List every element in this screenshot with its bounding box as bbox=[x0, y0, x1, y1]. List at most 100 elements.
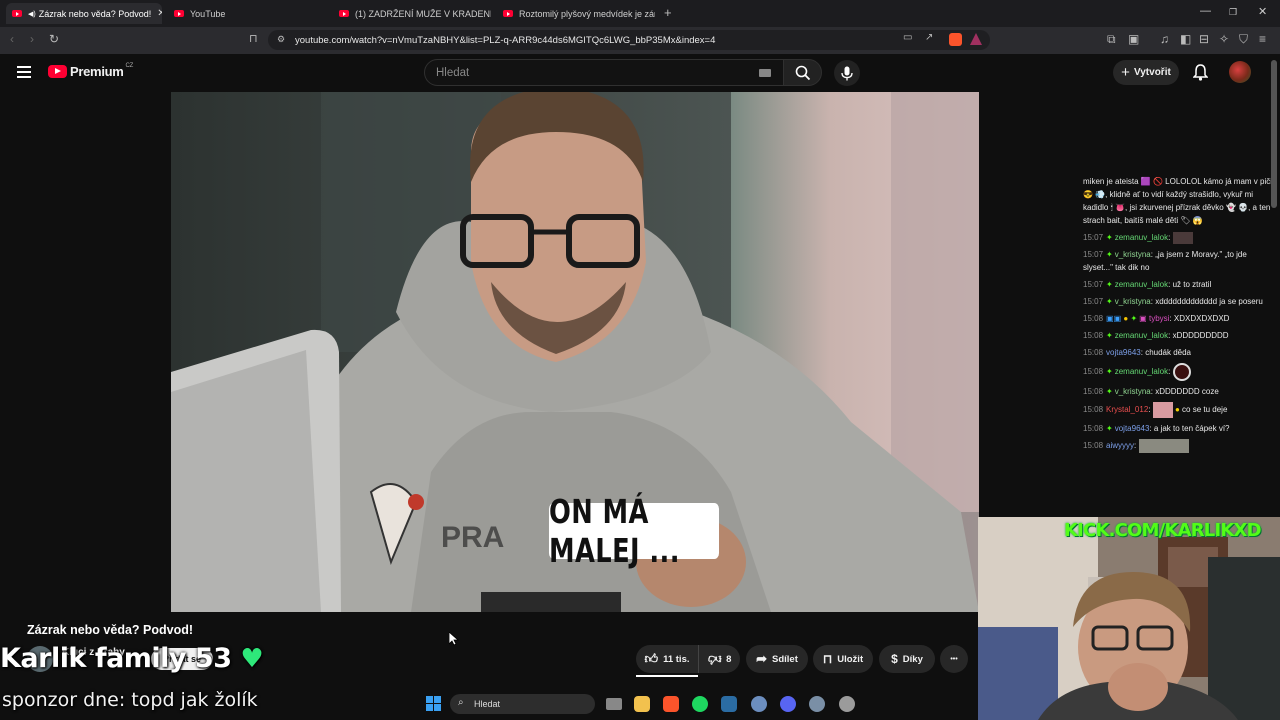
app-icon[interactable] bbox=[721, 696, 737, 712]
youtube-favicon-icon bbox=[503, 10, 513, 17]
stream-follower-overlay: Karlik family 53 ♥ bbox=[0, 643, 264, 674]
avatar[interactable] bbox=[1229, 61, 1251, 83]
chat-user: vojta9643 bbox=[1106, 348, 1141, 357]
obs-icon[interactable] bbox=[839, 696, 855, 712]
thumbs-down-icon: 👍︎ bbox=[707, 652, 722, 667]
emote-icon bbox=[1172, 363, 1191, 381]
logo-text: Premium bbox=[70, 64, 124, 79]
maximize-icon[interactable]: ❐ bbox=[1229, 7, 1237, 18]
save-button[interactable]: ⊓ Uložit bbox=[813, 645, 873, 673]
new-tab-button[interactable]: + bbox=[664, 5, 672, 20]
sidebar-icon[interactable]: ◧ bbox=[1180, 32, 1191, 46]
page-scrollbar[interactable] bbox=[1271, 60, 1277, 208]
hamburger-menu-icon[interactable] bbox=[17, 66, 31, 78]
chat-time: 15:08 bbox=[1083, 387, 1104, 396]
sponsor-overlay: sponzor dne: topd jak žolík bbox=[2, 689, 258, 711]
discord-icon[interactable] bbox=[780, 696, 796, 712]
extensions-icon[interactable]: ⧉ bbox=[1107, 32, 1116, 47]
brave-shield-icon[interactable] bbox=[949, 33, 962, 46]
dislike-button[interactable]: 👍︎ 8 bbox=[698, 645, 740, 673]
chat-user: Krystal_012 bbox=[1106, 405, 1149, 415]
brave-rewards-icon[interactable] bbox=[970, 33, 982, 45]
chat-user: v_kristyna bbox=[1114, 250, 1151, 259]
task-view-icon[interactable] bbox=[606, 698, 622, 710]
tab-label: Zázrak nebo věda? Podvod! bbox=[38, 8, 152, 19]
badge-icon: ● bbox=[1123, 314, 1129, 323]
youtube-premium-logo[interactable]: Premium CZ bbox=[48, 63, 133, 79]
bookmark-icon[interactable]: ⊓ bbox=[249, 32, 258, 45]
youtube-favicon-icon bbox=[12, 10, 22, 17]
create-button[interactable]: + Vytvořit bbox=[1113, 60, 1179, 85]
chat-message: 15:08 Krystal_012: ● co se tu deje bbox=[1083, 402, 1273, 418]
chat-message: 15:08 ✦ zemanuv_lalok: xDDDDDDDDD bbox=[1083, 331, 1229, 340]
svg-text:PRA: PRA bbox=[441, 521, 504, 554]
search-button[interactable] bbox=[783, 59, 822, 86]
wallet-icon[interactable]: ▣ bbox=[1128, 32, 1139, 46]
badge-icon: ✦ bbox=[1106, 280, 1113, 289]
shield-icon[interactable]: ⛉ bbox=[1239, 32, 1248, 47]
chat-time: 15:07 bbox=[1083, 297, 1104, 306]
youtube-logo-icon bbox=[48, 65, 67, 78]
browser-tab[interactable]: YouTube bbox=[168, 3, 328, 24]
share-icon[interactable]: ↗ bbox=[925, 32, 933, 43]
chat-time: 15:07 bbox=[1083, 233, 1104, 242]
vpn-icon[interactable]: ⊟ bbox=[1199, 32, 1209, 46]
browser-tab[interactable]: Roztomilý plyšový medvídek je zárov bbox=[497, 3, 655, 24]
site-settings-icon[interactable]: ⚙ bbox=[277, 34, 285, 45]
brave-browser-icon[interactable] bbox=[663, 696, 679, 712]
notifications-icon[interactable] bbox=[1192, 64, 1209, 86]
chat-message: 15:07 ✦ v_kristyna: xddddddddddddd ja se p… bbox=[1083, 297, 1263, 306]
spotify-icon[interactable] bbox=[692, 696, 708, 712]
close-tab-icon[interactable]: ✕ bbox=[151, 8, 162, 19]
chat-time: 15:08 bbox=[1083, 348, 1104, 357]
like-button[interactable]: 👍︎ 11 tis. bbox=[636, 645, 698, 673]
chat-user: v_kristyna bbox=[1114, 297, 1151, 306]
youtube-favicon-icon bbox=[339, 10, 349, 17]
file-explorer-icon[interactable] bbox=[634, 696, 650, 712]
minimize-icon[interactable]: — bbox=[1200, 5, 1211, 17]
chat-text: xDDDDDDD coze bbox=[1155, 387, 1219, 396]
thanks-button[interactable]: $ Díky bbox=[879, 645, 935, 673]
chat-user: zemanuv_lalok bbox=[1114, 233, 1169, 242]
leo-ai-icon[interactable]: ✧ bbox=[1219, 32, 1229, 46]
browser-tab-active[interactable]: ◀) Zázrak nebo věda? Podvod! ✕ bbox=[6, 3, 162, 24]
app-icon[interactable] bbox=[751, 696, 767, 712]
browser-tab[interactable]: (1) ZADRŽENÍ MUŽE V KRADENÉM A bbox=[333, 3, 491, 24]
chat-user: zemanuv_lalok bbox=[1114, 331, 1169, 340]
taskbar-search-input[interactable]: ⌕ Hledat bbox=[450, 694, 595, 714]
app-icon[interactable] bbox=[809, 696, 825, 712]
tab-label: Roztomilý plyšový medvídek je zárov bbox=[519, 8, 655, 19]
share-arrow-icon: ➦ bbox=[756, 651, 768, 666]
back-icon[interactable]: ‹ bbox=[10, 32, 14, 46]
search-icon: ⌕ bbox=[458, 697, 464, 708]
voice-search-button[interactable] bbox=[834, 60, 860, 86]
music-icon[interactable]: ♫ bbox=[1160, 32, 1169, 46]
forward-icon[interactable]: › bbox=[30, 32, 34, 46]
windows-start-icon[interactable] bbox=[426, 696, 441, 711]
close-window-icon[interactable]: ✕ bbox=[1258, 5, 1267, 18]
youtube-favicon-icon bbox=[174, 10, 184, 17]
share-button[interactable]: ➦ Sdílet bbox=[746, 645, 808, 673]
like-ratio-bar bbox=[636, 675, 698, 677]
like-count: 11 tis. bbox=[663, 653, 690, 665]
more-actions-button[interactable]: ••• bbox=[940, 645, 968, 673]
kick-channel-overlay: KICK.COM/KARLIKXD bbox=[1064, 520, 1262, 541]
address-bar[interactable]: youtube.com/watch?v=nVmuTzaNBHY&list=PLZ… bbox=[268, 30, 990, 50]
chat-message: 15:08 vojta9643: chudák děda bbox=[1083, 348, 1192, 357]
badge-icon: ✦ bbox=[1106, 331, 1113, 340]
screen-icon[interactable]: ▭ bbox=[903, 32, 912, 43]
emote-icon bbox=[1172, 231, 1193, 244]
badge-icon: ✦ bbox=[1106, 233, 1113, 242]
menu-icon[interactable]: ≡ bbox=[1259, 32, 1266, 46]
keyboard-icon[interactable] bbox=[759, 69, 771, 77]
badge-icon: ▣ bbox=[1139, 314, 1147, 323]
microphone-icon bbox=[841, 66, 853, 80]
video-title: Zázrak nebo věda? Podvod! bbox=[27, 623, 194, 637]
reload-icon[interactable]: ↻ bbox=[49, 32, 59, 46]
plus-icon: + bbox=[1121, 64, 1130, 81]
create-label: Vytvořit bbox=[1133, 67, 1171, 78]
search-input[interactable]: Hledat bbox=[424, 59, 784, 86]
badge-icon: ▣▣ bbox=[1106, 314, 1122, 323]
chat-time: 15:07 bbox=[1083, 280, 1104, 289]
chat-overlay: miken je ateista 🟪 🚫 LOLOLOL kámo já mam… bbox=[1083, 175, 1273, 457]
